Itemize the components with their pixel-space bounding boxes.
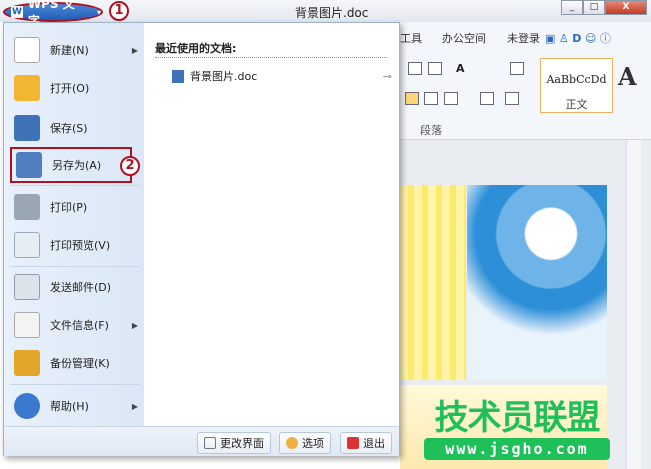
indent-decrease-icon[interactable] (408, 62, 422, 75)
menu-item-label: 另存为(A) (52, 159, 102, 172)
menu-item-help[interactable]: 帮助(H) ▶ (8, 388, 142, 424)
menu-commands: 新建(N) ▶ 打开(O) 保存(S) 另存为(A) 2 打印(P) 打印预览(V… (4, 23, 144, 426)
menu-item-label: 打印(P) (50, 201, 88, 214)
title-bar: W WPS 文字 ▾ 1 背景图片.doc _ □ X (0, 0, 651, 28)
style-name: 正文 (565, 98, 588, 111)
menu-separator (10, 185, 140, 186)
menu-item-print-preview[interactable]: 打印预览(V) (8, 227, 142, 263)
distribute-icon[interactable] (424, 92, 438, 105)
close-button[interactable]: X (605, 0, 647, 15)
paragraph-group-label: 段落 (420, 124, 442, 137)
button-label: 更改界面 (220, 437, 264, 450)
menu-item-backup[interactable]: 备份管理(K) (8, 345, 142, 381)
background-image-page (400, 185, 466, 380)
document-title: 背景图片.doc (295, 6, 369, 20)
style-sample: AaBbCcDd (546, 73, 607, 86)
menu-item-label: 发送邮件(D) (50, 281, 112, 294)
new-doc-icon (14, 37, 40, 63)
shirt-icon (204, 437, 216, 449)
doc-icon (172, 69, 184, 83)
background-image-page (467, 185, 607, 380)
printer-icon (14, 194, 40, 220)
recent-doc-name: 背景图片.doc (190, 70, 258, 83)
justify-icon[interactable] (405, 92, 419, 105)
menu-item-label: 备份管理(K) (50, 357, 110, 370)
ribbon-icons[interactable]: ▣ ♙ D ☺ ⓘ (545, 30, 611, 46)
annotation-marker-1: 1 (109, 1, 129, 21)
vertical-scrollbar[interactable] (626, 140, 641, 469)
save-icon (14, 115, 40, 141)
recent-doc-item[interactable]: 背景图片.doc ⊸ (172, 68, 392, 84)
menu-item-send-mail[interactable]: 发送邮件(D) (8, 269, 142, 305)
watermark-logo: 技术员联盟 www.jsgho.com (424, 398, 610, 460)
recent-documents-title: 最近使用的文档: (155, 42, 237, 55)
mail-icon (14, 274, 40, 300)
menu-item-label: 打印预览(V) (50, 239, 111, 252)
app-menu: 新建(N) ▶ 打开(O) 保存(S) 另存为(A) 2 打印(P) 打印预览(V… (3, 22, 400, 456)
menu-item-open[interactable]: 打开(O) (8, 70, 142, 106)
menu-item-save-as[interactable]: 另存为(A) (10, 147, 132, 183)
font-size-icon[interactable]: A (456, 62, 470, 75)
line-spacing-icon[interactable] (444, 92, 458, 105)
recent-documents-panel: 最近使用的文档: 背景图片.doc ⊸ (144, 23, 399, 426)
page-icon[interactable] (510, 62, 524, 75)
menu-item-label: 新建(N) (50, 44, 89, 57)
gear-icon (286, 437, 298, 449)
indent-increase-icon[interactable] (428, 62, 442, 75)
menu-separator (10, 266, 140, 267)
menu-item-new[interactable]: 新建(N) ▶ (8, 32, 142, 68)
style-normal[interactable]: AaBbCcDd 正文 (540, 58, 613, 113)
maximize-button[interactable]: □ (583, 0, 605, 15)
login-link[interactable]: 未登录 (507, 30, 540, 46)
menu-item-print[interactable]: 打印(P) (8, 189, 142, 225)
save-as-icon (16, 152, 42, 178)
submenu-arrow-icon: ▶ (131, 320, 138, 330)
annotation-marker-2: 2 (120, 156, 140, 176)
exit-button[interactable]: 退出 (340, 432, 392, 454)
dropdown-icon: ▾ (96, 7, 101, 17)
exit-icon (347, 437, 359, 449)
help-icon (14, 393, 40, 419)
submenu-arrow-icon: ▶ (131, 45, 138, 55)
menu-item-file-info[interactable]: 文件信息(F) ▶ (8, 307, 142, 343)
shading-icon[interactable] (480, 92, 494, 105)
divider (155, 57, 387, 58)
menu-item-label: 打开(O) (50, 82, 90, 95)
button-label: 退出 (363, 437, 385, 450)
options-button[interactable]: 选项 (279, 432, 331, 454)
borders-icon[interactable] (505, 92, 519, 105)
menu-item-label: 保存(S) (50, 122, 88, 135)
style-heading[interactable]: A (618, 62, 637, 91)
menu-footer: 更改界面 选项 退出 (4, 426, 399, 456)
submenu-arrow-icon: ▶ (131, 401, 138, 411)
ribbon: 工具 办公空间 未登录 ▣ ♙ D ☺ ⓘ A 段落 AaBbCcDd 正文 A (400, 22, 651, 140)
file-info-icon (14, 312, 40, 338)
minimize-button[interactable]: _ (561, 0, 583, 15)
menu-separator (10, 384, 140, 385)
button-label: 选项 (302, 437, 324, 450)
tab-office-space[interactable]: 办公空间 (442, 30, 486, 46)
tab-tools[interactable]: 工具 (400, 30, 422, 46)
wps-logo-icon: W (11, 6, 23, 18)
menu-item-save[interactable]: 保存(S) (8, 110, 142, 146)
backup-icon (14, 350, 40, 376)
menu-item-label: 帮助(H) (50, 400, 89, 413)
pin-icon[interactable]: ⊸ (383, 70, 392, 83)
open-folder-icon (14, 75, 40, 101)
print-preview-icon (14, 232, 40, 258)
change-ui-button[interactable]: 更改界面 (197, 432, 271, 454)
wps-app-menu-button[interactable]: W WPS 文字 ▾ (3, 0, 103, 28)
menu-item-label: 文件信息(F) (50, 319, 109, 332)
